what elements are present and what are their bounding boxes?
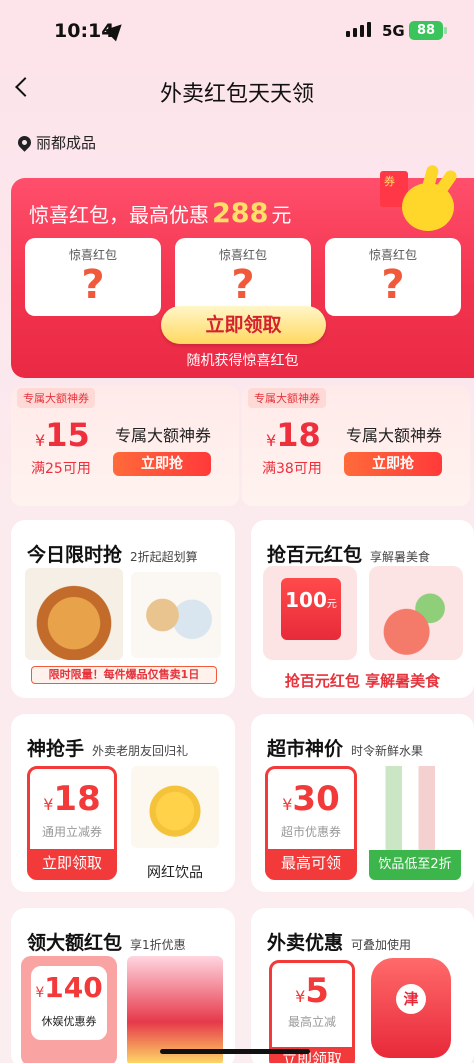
- panel-title: 超市神价: [267, 738, 344, 760]
- coupon-price: ¥18: [43, 779, 101, 819]
- coupon-label: 最高立减: [287, 1015, 336, 1029]
- hero-headline-amount: 288: [212, 198, 269, 229]
- location-text: 丽都成品: [36, 134, 97, 152]
- location-selector[interactable]: 丽都成品: [15, 132, 97, 153]
- coupon-label: 通用立减券: [41, 825, 102, 839]
- panel-title: 领大额红包: [27, 932, 123, 954]
- claim-now-button[interactable]: 立即领取: [161, 306, 326, 344]
- panel-subtitle: 外卖老朋友回归礼: [92, 744, 189, 758]
- hero-headline-unit: 元: [271, 203, 292, 227]
- panel-header: 今日限时抢 2折起超划算: [27, 540, 198, 567]
- home-indicator[interactable]: [160, 1049, 310, 1054]
- coupon-amount: ¥18: [266, 416, 321, 454]
- page-title: 外卖红包天天领: [159, 82, 314, 107]
- coupon-price: ¥5: [295, 971, 329, 1011]
- hundred-unit: 元: [326, 599, 337, 610]
- coupon-min-spend: 满25可用: [31, 461, 91, 477]
- beverage-image: [369, 766, 461, 850]
- waimai-offers-panel[interactable]: 外卖优惠 可叠加使用 ¥5 最高立减 立即领取 津: [251, 908, 474, 1063]
- battery-icon: 88: [409, 21, 447, 40]
- nav-bar: 外卖红包天天领: [0, 70, 474, 114]
- shenqiang-coupon[interactable]: ¥18 通用立减券 立即领取: [27, 766, 117, 880]
- fried-chicken-image: [25, 568, 123, 660]
- panel-title: 抢百元红包: [267, 544, 363, 566]
- cup-mark: 津: [396, 984, 426, 1014]
- question-mark-icon: ?: [231, 262, 255, 308]
- panel-header: 超市神价 时令新鲜水果: [267, 734, 423, 761]
- surprise-card-2[interactable]: 惊喜红包 ?: [175, 238, 311, 316]
- supermarket-coupon[interactable]: ¥30 超市优惠券 最高可领: [265, 766, 357, 880]
- red-packet-icon: 100元: [281, 578, 341, 640]
- surprise-card-label: 惊喜红包: [68, 248, 117, 262]
- shenqiangshou-panel[interactable]: 神抢手 外卖老朋友回归礼 ¥18 通用立减券 立即领取 网红饮品: [11, 714, 235, 892]
- panel-title: 外卖优惠: [267, 932, 344, 954]
- question-mark-icon: ?: [381, 262, 405, 308]
- hero-headline-prefix: 惊喜红包，最高优惠: [29, 203, 209, 227]
- surprise-card-1[interactable]: 惊喜红包 ?: [25, 238, 161, 316]
- entertainment-image: [127, 956, 223, 1063]
- coffee-drinks-image: [131, 572, 221, 658]
- panel-subtitle: 享1折优惠: [130, 938, 186, 952]
- beverage-discount-tag: 饮品低至2折: [369, 850, 461, 880]
- coupon-price: ¥140: [35, 971, 103, 1004]
- signal-icon: [346, 22, 371, 37]
- supermarket-panel[interactable]: 超市神价 时令新鲜水果 ¥30 超市优惠券 最高可领 饮品低至2折: [251, 714, 474, 892]
- big-red-coupon[interactable]: ¥140 休娱优惠券: [31, 966, 107, 1040]
- big-red-tile: ¥140 休娱优惠券: [21, 956, 117, 1063]
- surprise-card-label: 惊喜红包: [368, 248, 417, 262]
- cup-illustration-icon: 津: [371, 958, 451, 1058]
- drink-image: [131, 766, 219, 848]
- coupon-card-1: 专属大额神券 ¥15 满25可用 专属大额神券 立即抢: [11, 386, 239, 506]
- panel-subtitle: 享解暑美食: [370, 550, 431, 564]
- hero-subtext: 随机获得惊喜红包: [186, 353, 299, 369]
- panel-title: 神抢手: [27, 738, 85, 760]
- grab-coupon-button[interactable]: 立即抢: [113, 452, 211, 476]
- coupon-tag: 专属大额神券: [248, 388, 326, 408]
- panel-subtitle: 时令新鲜水果: [351, 744, 424, 758]
- panel-header: 外卖优惠 可叠加使用: [267, 928, 411, 955]
- mascot-illustration-icon: [380, 163, 472, 235]
- network-type: 5G: [382, 22, 405, 40]
- coupon-card-2: 专属大额神券 ¥18 满38可用 专属大额神券 立即抢: [242, 386, 470, 506]
- coupon-name: 专属大额神券: [346, 426, 443, 445]
- panel-subtitle: 可叠加使用: [351, 938, 412, 952]
- question-mark-icon: ?: [81, 262, 105, 308]
- max-claim-button[interactable]: 最高可领: [268, 849, 354, 877]
- coupon-label: 休娱优惠券: [41, 1015, 97, 1028]
- flash-sale-panel[interactable]: 今日限时抢 2折起超划算 限时限量！每件爆品仅售卖1日: [11, 520, 235, 698]
- panel-subtitle: 2折起超划算: [130, 550, 198, 564]
- hundred-tile: 100元: [263, 566, 357, 660]
- coupon-min-spend: 满38可用: [262, 461, 322, 477]
- panel-header: 抢百元红包 享解暑美食: [267, 540, 430, 567]
- hero-headline: 惊喜红包，最高优惠 288 元: [29, 198, 291, 229]
- coupon-amount: ¥15: [35, 416, 90, 454]
- surprise-card-label: 惊喜红包: [218, 248, 267, 262]
- hundred-red-packet-panel[interactable]: 抢百元红包 享解暑美食 100元 抢百元红包 享解暑美食: [251, 520, 474, 698]
- seafood-image: [369, 566, 463, 660]
- grab-coupon-button[interactable]: 立即抢: [344, 452, 442, 476]
- location-pin-icon: [15, 133, 34, 152]
- coupon-price: ¥30: [282, 779, 340, 819]
- flash-sale-banner: 限时限量！每件爆品仅售卖1日: [31, 666, 217, 684]
- waimai-coupon[interactable]: ¥5 最高立减 立即领取: [269, 960, 355, 1063]
- surprise-card-3[interactable]: 惊喜红包 ?: [325, 238, 461, 316]
- panel-title: 今日限时抢: [27, 544, 123, 566]
- hundred-footer: 抢百元红包 享解暑美食: [284, 672, 441, 690]
- panel-header: 领大额红包 享1折优惠: [27, 928, 186, 955]
- item-name: 网红饮品: [147, 865, 203, 881]
- coupon-name: 专属大额神券: [115, 426, 212, 445]
- coupon-label: 超市优惠券: [280, 825, 341, 839]
- big-red-packet-panel[interactable]: 领大额红包 享1折优惠 ¥140 休娱优惠券: [11, 908, 235, 1063]
- panel-header: 神抢手 外卖老朋友回归礼: [27, 734, 188, 761]
- claim-now-button[interactable]: 立即领取: [30, 849, 114, 877]
- status-bar: 10:14 5G 88: [0, 0, 474, 62]
- coupon-tag: 专属大额神券: [17, 388, 95, 408]
- hundred-value: 100: [285, 588, 327, 612]
